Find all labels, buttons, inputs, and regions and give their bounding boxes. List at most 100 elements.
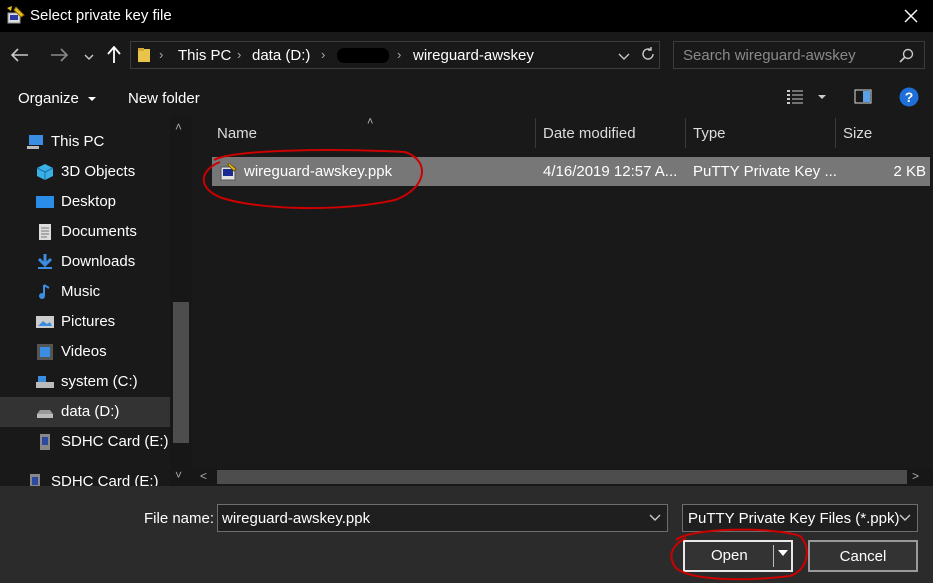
sidebar-item-system-c[interactable]: system (C:) [0, 367, 170, 397]
new-folder-button[interactable]: New folder [128, 90, 200, 107]
close-icon [904, 9, 918, 23]
video-icon [37, 344, 53, 360]
breadcrumb-wireguard-awskey[interactable]: wireguard-awskey [413, 47, 534, 64]
redacted-crumb [337, 48, 389, 63]
file-name-value[interactable]: wireguard-awskey.ppk [222, 510, 370, 527]
back-button[interactable] [8, 42, 32, 68]
sidebar-scrollbar[interactable]: ˄ ˅ [170, 116, 192, 486]
picture-icon [36, 316, 54, 328]
scroll-thumb[interactable] [173, 302, 189, 443]
file-type-select[interactable]: PuTTY Private Key Files (*.ppk) [682, 504, 918, 532]
scroll-down-icon[interactable]: ˅ [175, 468, 182, 482]
arrow-up-icon [107, 46, 121, 63]
column-header-type[interactable]: Type [693, 125, 726, 142]
breadcrumb-this-pc[interactable]: This PC [178, 47, 231, 64]
crumb-separator: › [397, 47, 402, 62]
file-list: ˄ Name Date modified Type Size wireguard… [192, 116, 933, 486]
title-bar: Select private key file [0, 0, 933, 32]
sdcard-icon [30, 474, 40, 486]
sidebar-item-label: Desktop [61, 193, 117, 210]
sidebar-item-this-pc[interactable]: This PC [0, 127, 170, 157]
sidebar-item-sdhc-e-root[interactable]: SDHC Card (E:) [0, 467, 170, 486]
cube-icon [36, 164, 54, 180]
up-button[interactable] [104, 42, 124, 68]
help-button[interactable]: ? [899, 87, 919, 111]
scroll-up-icon[interactable]: ˄ [175, 120, 182, 134]
column-divider[interactable] [835, 118, 836, 148]
folder-icon [138, 48, 150, 62]
search-input[interactable]: Search wireguard-awskey [683, 47, 856, 64]
close-button[interactable] [897, 3, 925, 29]
crumb-separator: › [237, 47, 242, 62]
table-row[interactable]: wireguard-awskey.ppk 4/16/2019 12:57 A..… [212, 157, 930, 186]
system-drive-icon [36, 376, 54, 388]
scroll-right-icon[interactable]: ˃ [912, 469, 919, 483]
search-box[interactable]: Search wireguard-awskey [673, 41, 925, 69]
sort-ascending-icon: ˄ [367, 116, 374, 128]
caret-down-icon [88, 97, 97, 101]
sidebar-item-label: data (D:) [61, 403, 120, 420]
file-name-field[interactable]: wireguard-awskey.ppk [217, 504, 668, 532]
crumb-separator: › [159, 47, 164, 62]
help-icon: ? [899, 87, 919, 107]
organize-menu[interactable]: Organize [18, 90, 97, 107]
crumb-separator: › [321, 47, 326, 62]
dialog-footer: File name: wireguard-awskey.ppk PuTTY Pr… [0, 486, 933, 583]
download-icon [37, 254, 53, 269]
chevron-down-icon [899, 514, 911, 521]
column-header-name[interactable]: Name [217, 125, 257, 142]
file-date: 4/16/2019 12:57 A... [543, 163, 678, 180]
caret-down-icon[interactable] [777, 548, 789, 558]
navigation-pane: This PC 3D Objects Desktop Documents Dow… [0, 116, 190, 486]
refresh-icon [642, 47, 654, 60]
putty-key-file-icon [220, 163, 237, 181]
file-size: 2 KB [893, 163, 926, 180]
scroll-left-icon[interactable]: ˂ [200, 469, 207, 483]
sidebar-item-videos[interactable]: Videos [0, 337, 170, 367]
breadcrumb-data-drive[interactable]: data (D:) [252, 47, 310, 64]
sidebar-item-documents[interactable]: Documents [0, 217, 170, 247]
file-list-scrollbar[interactable]: ˂ ˃ [192, 468, 933, 486]
sidebar-item-label: Music [61, 283, 101, 300]
scroll-thumb[interactable] [217, 470, 907, 484]
file-type-value: PuTTY Private Key Files (*.ppk) [688, 510, 900, 527]
chevron-down-icon[interactable] [649, 511, 661, 523]
preview-pane-button[interactable] [854, 89, 872, 108]
arrow-right-icon [51, 48, 68, 62]
file-name-label: File name: [144, 510, 215, 527]
computer-icon [27, 135, 43, 149]
sidebar-item-downloads[interactable]: Downloads [0, 247, 170, 277]
drive-icon [37, 410, 53, 418]
details-view-icon [787, 90, 826, 104]
column-divider[interactable] [685, 118, 686, 148]
sidebar-item-label: 3D Objects [61, 163, 136, 180]
recent-locations-button[interactable] [81, 44, 97, 70]
cancel-button[interactable]: Cancel [808, 540, 918, 572]
sdcard-icon [40, 434, 50, 450]
sidebar-item-pictures[interactable]: Pictures [0, 307, 170, 337]
sidebar-item-3d-objects[interactable]: 3D Objects [0, 157, 170, 187]
desktop-icon [36, 196, 54, 208]
open-button[interactable]: Open [683, 540, 793, 572]
file-name: wireguard-awskey.ppk [244, 163, 393, 180]
address-bar[interactable]: › This PC › data (D:) › › wireguard-awsk… [130, 41, 660, 69]
column-header-size[interactable]: Size [843, 125, 872, 142]
sidebar-item-desktop[interactable]: Desktop [0, 187, 170, 217]
search-icon [899, 48, 914, 63]
sidebar-item-music[interactable]: Music [0, 277, 170, 307]
chevron-down-icon [84, 54, 94, 60]
window-title: Select private key file [30, 7, 172, 24]
column-divider[interactable] [535, 118, 536, 148]
view-options-button[interactable] [786, 89, 830, 109]
preview-pane-icon [854, 89, 872, 104]
refresh-button[interactable] [640, 46, 656, 66]
address-dropdown-button[interactable] [618, 48, 630, 65]
sidebar-item-label: system (C:) [61, 373, 138, 390]
sidebar-item-sdhc-e[interactable]: SDHC Card (E:) [0, 427, 170, 457]
open-label: Open [711, 547, 748, 564]
chevron-down-icon [618, 53, 630, 60]
sidebar-item-label: Videos [61, 343, 107, 360]
sidebar-item-data-d[interactable]: data (D:) [0, 397, 170, 427]
column-header-date[interactable]: Date modified [543, 125, 636, 142]
forward-button[interactable] [47, 42, 71, 68]
